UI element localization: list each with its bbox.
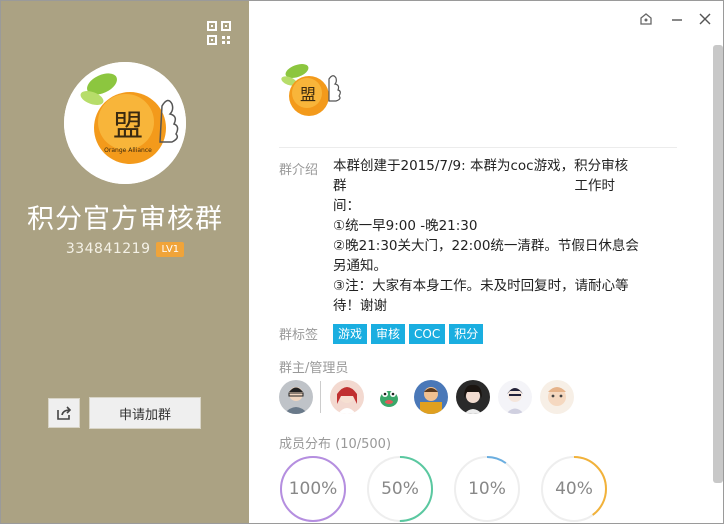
tag-item[interactable]: COC: [409, 324, 446, 344]
distribution-circle: 100%: [279, 455, 347, 523]
distribution-value: 100%: [288, 479, 338, 499]
distribution-circle: 50%: [366, 455, 434, 523]
group-name: 积分官方审核群: [27, 204, 223, 235]
admins-label: 群主/管理员: [279, 361, 349, 376]
skin-icon[interactable]: [636, 9, 656, 29]
scrollbar[interactable]: [713, 45, 723, 483]
share-button[interactable]: [48, 398, 80, 428]
level-badge: LV1: [156, 241, 185, 257]
group-logo-small: 盟: [279, 61, 345, 123]
members-label: 成员分布 (10/500): [279, 437, 392, 452]
distribution-circle: 40%: [540, 455, 608, 523]
admin-list: [279, 380, 582, 414]
close-icon[interactable]: [695, 9, 715, 29]
admin-avatar[interactable]: [540, 380, 574, 414]
minimize-icon[interactable]: [667, 9, 687, 29]
qr-code-icon[interactable]: [207, 21, 231, 45]
admin-avatar[interactable]: [414, 380, 448, 414]
distribution-value: 40%: [555, 479, 593, 499]
intro-line: ③注：大家有本身工作。未及时回复时，请耐心等: [333, 278, 629, 294]
admin-avatar[interactable]: [330, 380, 364, 414]
intro-label: 群介绍: [279, 163, 319, 178]
logo-subtitle: Orange Alliance: [104, 147, 152, 154]
intro-text: 工作时: [574, 178, 616, 194]
intro-line: ②晚21:30关大门，22:00统一清群。节假日休息会: [333, 238, 639, 254]
member-distribution: 100% 50% 10% 40%: [279, 455, 608, 523]
group-info-window: 盟 Orange Alliance 积分官方审核群 334841219 LV1 申…: [0, 0, 724, 524]
tag-item[interactable]: 审核: [371, 324, 406, 344]
group-introduction: 本群创建于2015/7/9: 本群为coc游戏，积分审核 群 工作时 间： ①统一…: [333, 156, 673, 316]
tags-label: 群标签: [279, 328, 319, 343]
group-id: 334841219: [65, 241, 151, 257]
distribution-value: 50%: [381, 479, 419, 499]
group-id-row: 334841219 LV1: [1, 241, 249, 257]
intro-line: 另通知。: [333, 258, 387, 274]
owner-admin-separator: [320, 381, 321, 413]
admin-avatar[interactable]: [372, 380, 406, 414]
admin-avatar[interactable]: [498, 380, 532, 414]
share-icon: [57, 406, 72, 420]
intro-line: 间：: [333, 198, 360, 214]
owner-avatar[interactable]: [279, 380, 313, 414]
group-avatar[interactable]: 盟 Orange Alliance: [64, 62, 186, 184]
intro-line: ①统一早9:00 -晚21:30: [333, 218, 478, 234]
intro-line: 本群创建于2015/7/9: 本群为coc游戏，积分审核: [333, 158, 629, 174]
divider: [279, 147, 677, 148]
left-panel: 盟 Orange Alliance 积分官方审核群 334841219 LV1 申…: [1, 1, 249, 523]
tag-item[interactable]: 积分: [449, 324, 484, 344]
join-group-button[interactable]: 申请加群: [89, 397, 201, 429]
logo-char: 盟: [113, 109, 143, 144]
intro-line: 群 工作时: [333, 176, 615, 196]
intro-text: 群: [333, 178, 347, 194]
distribution-circle: 10%: [453, 455, 521, 523]
intro-line: 待！谢谢: [333, 298, 387, 314]
tag-item[interactable]: 游戏: [333, 324, 368, 344]
admin-avatar[interactable]: [456, 380, 490, 414]
logo-char-small: 盟: [300, 85, 316, 104]
distribution-value: 10%: [468, 479, 506, 499]
tag-list: 游戏 审核 COC 积分: [333, 324, 484, 344]
